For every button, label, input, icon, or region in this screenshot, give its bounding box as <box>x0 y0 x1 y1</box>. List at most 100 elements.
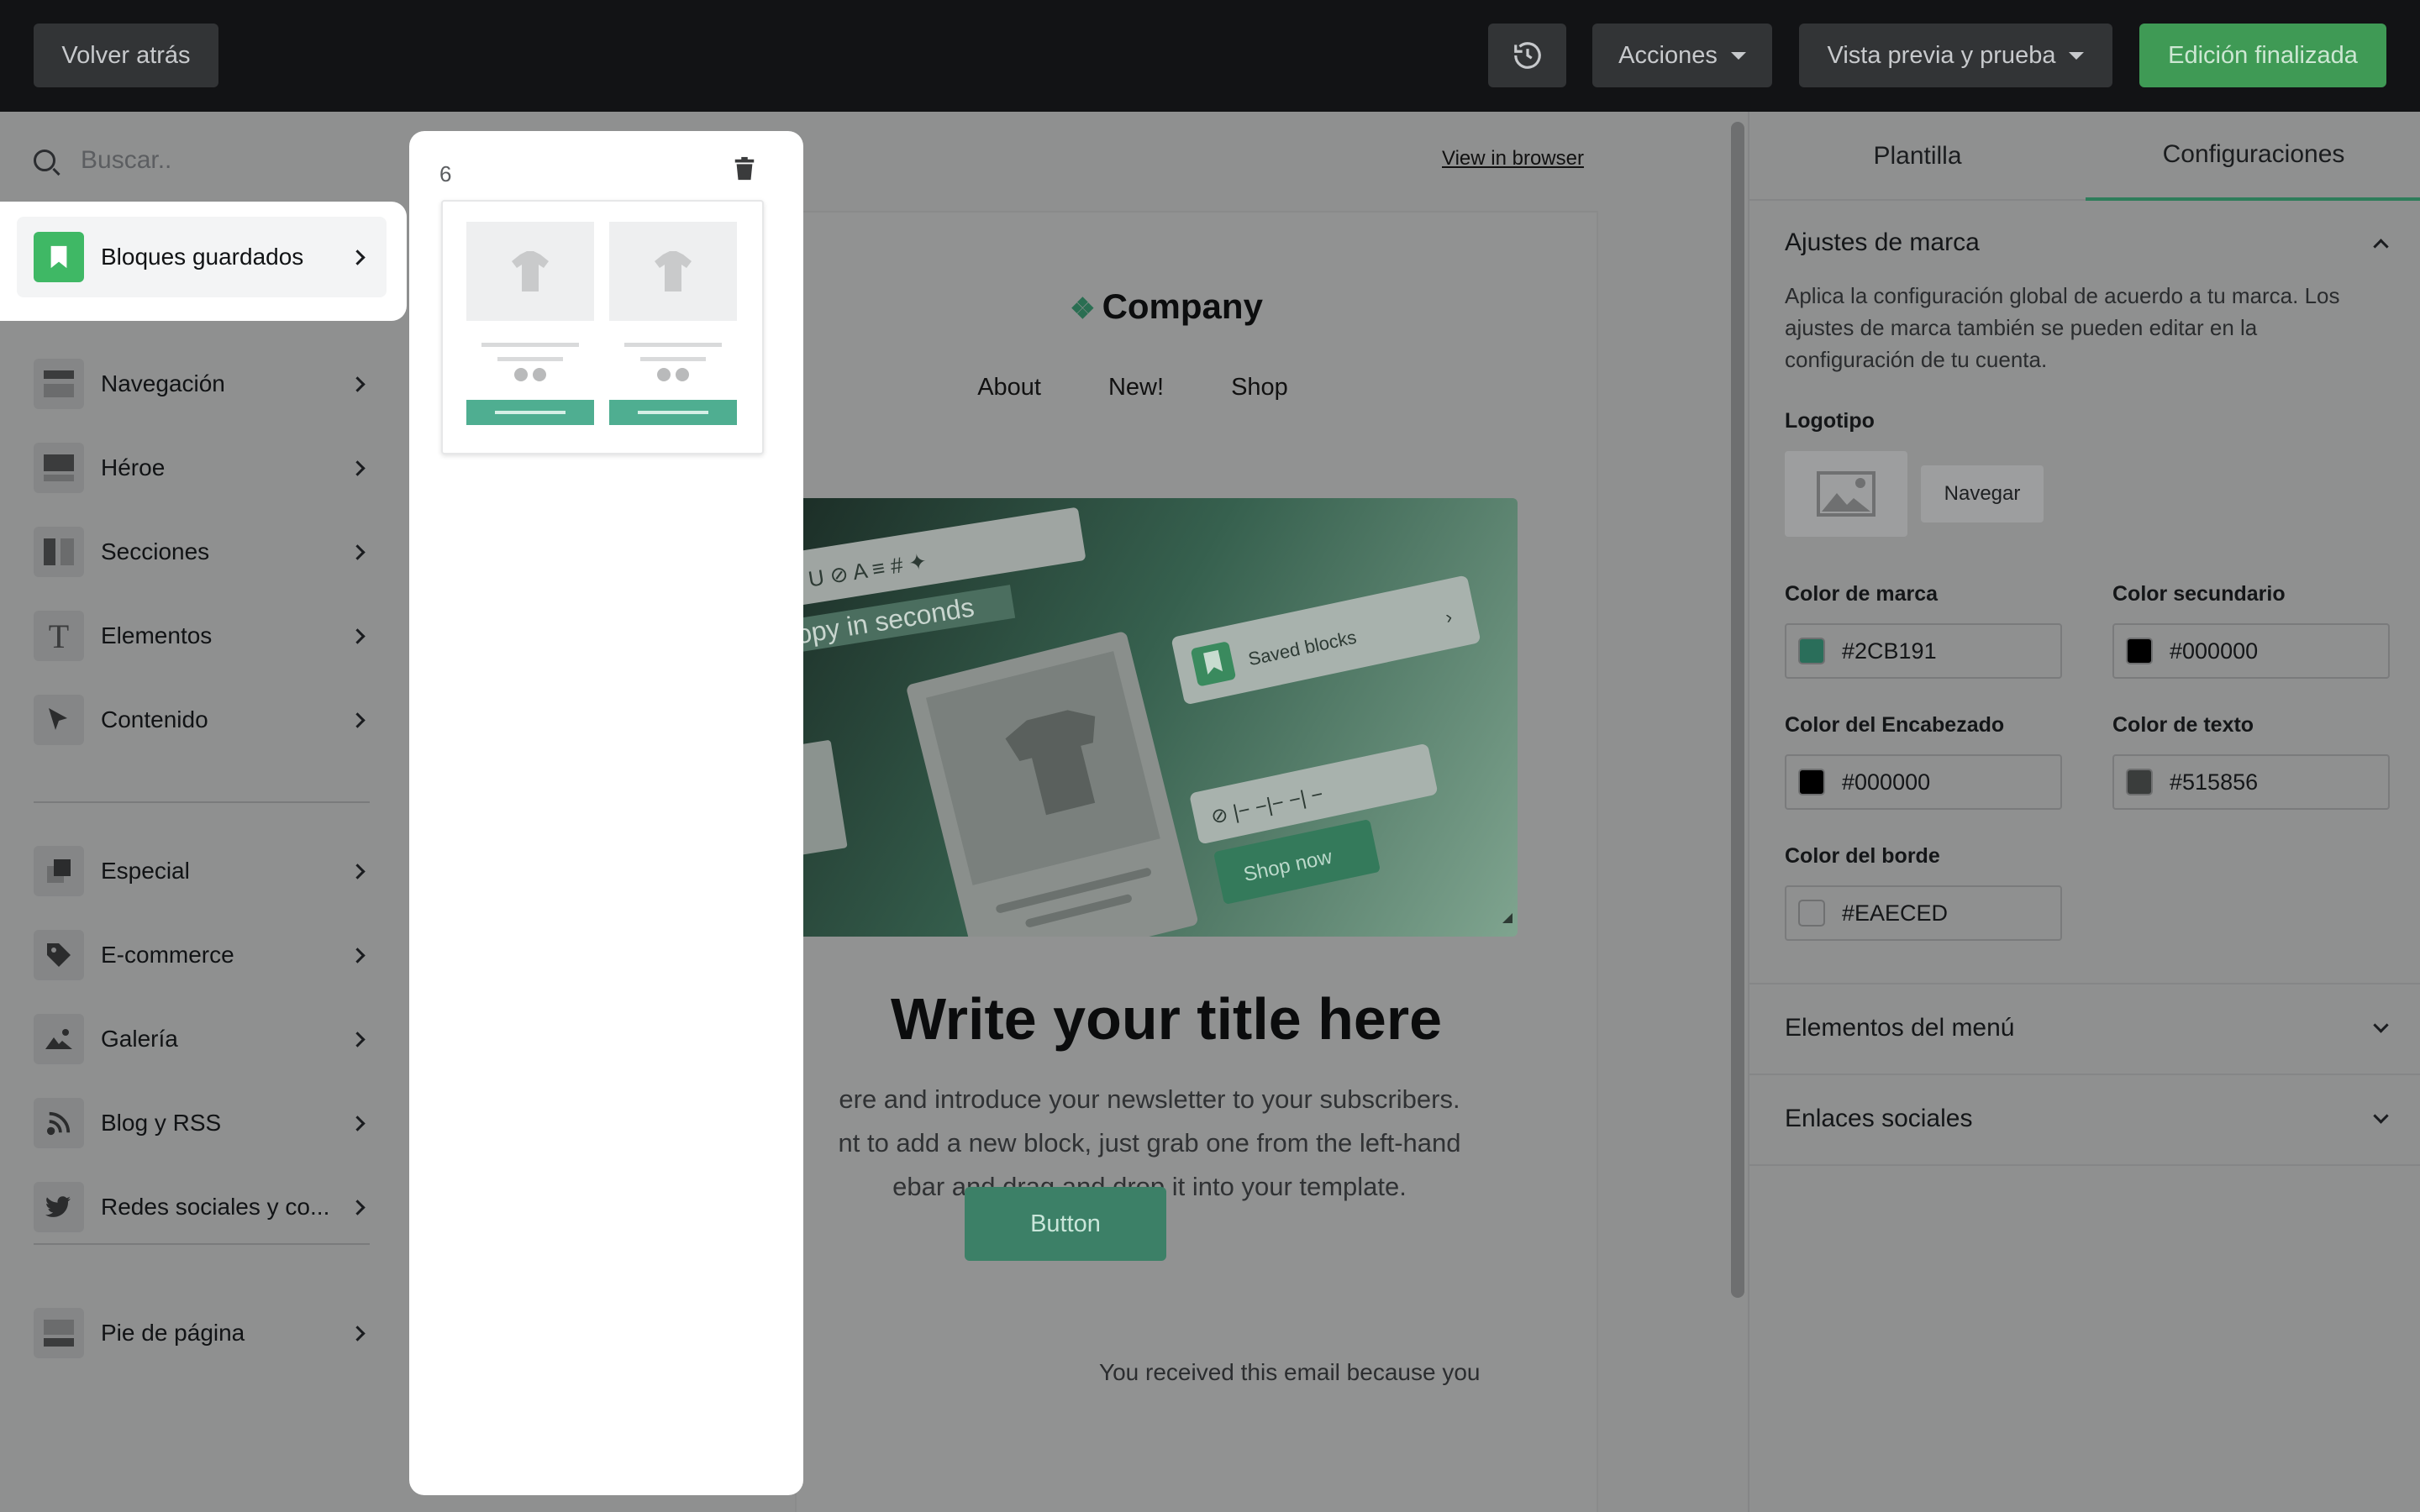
nav-link-about[interactable]: About <box>977 374 1041 402</box>
sidebar-item-label: Redes sociales y co... <box>101 1194 330 1220</box>
sidebar-item-hero[interactable]: Héroe <box>34 442 370 494</box>
secondary-color-label: Color secundario <box>2112 582 2286 606</box>
saved-block-thumbnail[interactable] <box>441 200 764 454</box>
finish-editing-label: Edición finalizada <box>2168 41 2358 69</box>
sidebar-item-gallery[interactable]: Galería <box>34 1013 370 1065</box>
color-swatch[interactable] <box>1798 769 1825 795</box>
menu-items-header[interactable]: Elementos del menú <box>1785 1003 2389 1053</box>
back-button-label: Volver atrás <box>61 41 191 69</box>
email-cta-button[interactable]: Button <box>965 1187 1166 1261</box>
sidebar-item-ecommerce[interactable]: E-commerce <box>34 929 370 981</box>
logo-placeholder[interactable] <box>1785 451 1907 537</box>
sidebar-item-social[interactable]: Redes sociales y co... <box>34 1181 370 1233</box>
sidebar-item-label: Secciones <box>101 538 210 564</box>
trash-icon[interactable] <box>732 156 757 181</box>
color-swatch[interactable] <box>2126 769 2153 795</box>
sidebar-item-saved-blocks[interactable]: Bloques guardados <box>17 217 387 297</box>
sidebar-divider <box>34 1243 370 1245</box>
image-icon <box>1817 471 1876 517</box>
chevron-right-icon <box>350 863 366 879</box>
email-cta-label: Button <box>1030 1210 1101 1237</box>
caret-down-icon <box>2069 51 2085 60</box>
chevron-right-icon <box>350 947 366 963</box>
sidebar-item-footer[interactable]: Pie de página <box>34 1307 370 1359</box>
browse-logo-button[interactable]: Navegar <box>1921 465 2044 522</box>
chevron-up-icon <box>2373 238 2389 255</box>
preview-test-dropdown[interactable]: Vista previa y prueba <box>1799 24 2112 87</box>
twitter-icon <box>34 1182 84 1232</box>
border-color-field[interactable]: #EAECED <box>1785 885 2062 941</box>
email-body-line: nt to add a new block, just grab one fro… <box>838 1128 1461 1158</box>
email-preview: ❖ Company About New! Shop U ⊘ A ≡ # ✦ opy… <box>792 211 1598 1512</box>
nav-link-shop[interactable]: Shop <box>1231 374 1288 402</box>
sidebar-item-label: Galería <box>101 1026 178 1052</box>
sidebar-item-sections[interactable]: Secciones <box>34 526 370 578</box>
heading-color-field[interactable]: #000000 <box>1785 754 2062 810</box>
nav-link-new[interactable]: New! <box>1108 374 1164 402</box>
sidebar-item-blog-rss[interactable]: Blog y RSS <box>34 1097 370 1149</box>
special-icon <box>34 846 84 896</box>
history-icon <box>1513 42 1541 69</box>
thumb-button <box>609 400 737 425</box>
tshirt-icon <box>609 222 737 321</box>
sidebar-item-content[interactable]: Contenido <box>34 694 370 746</box>
brand-settings-header[interactable]: Ajustes de marca <box>1785 218 2389 268</box>
email-nav: About New! Shop <box>897 374 1368 402</box>
chevron-right-icon <box>350 1031 366 1047</box>
tab-label: Plantilla <box>1873 142 1962 170</box>
heading-color-label: Color del Encabezado <box>1785 713 2005 737</box>
tag-icon <box>34 930 84 980</box>
sidebar-item-navigation[interactable]: Navegación <box>34 358 370 410</box>
history-button[interactable] <box>1488 24 1566 87</box>
search-field[interactable]: Buscar.. <box>34 135 370 186</box>
text-color-field[interactable]: #515856 <box>2112 754 2390 810</box>
section-divider <box>1749 1164 2420 1166</box>
finish-editing-button[interactable]: Edición finalizada <box>2139 24 2386 87</box>
actions-dropdown[interactable]: Acciones <box>1592 24 1772 87</box>
hero-image[interactable]: U ⊘ A ≡ # ✦ opy in seconds Saved blocks … <box>797 498 1518 937</box>
brand-description: Aplica la configuración global de acuerd… <box>1785 283 2340 372</box>
tab-template[interactable]: Plantilla <box>1749 112 2086 201</box>
back-button[interactable]: Volver atrás <box>34 24 218 87</box>
view-in-browser-link[interactable]: View in browser <box>1442 147 1584 171</box>
secondary-color-field[interactable]: #000000 <box>2112 623 2390 679</box>
email-footer-text[interactable]: You received this email because you <box>1099 1359 1480 1386</box>
navigation-icon <box>34 359 84 409</box>
sidebar-item-label: Elementos <box>101 622 213 648</box>
thumb-line <box>624 343 722 347</box>
section-divider <box>1749 1074 2420 1075</box>
email-title[interactable]: Write your title here <box>797 985 1536 1053</box>
sidebar-item-elements[interactable]: T Elementos <box>34 610 370 662</box>
actions-label: Acciones <box>1618 41 1718 69</box>
sidebar-item-special[interactable]: Especial <box>34 845 370 897</box>
sidebar-item-label: Blog y RSS <box>101 1110 222 1136</box>
sidebar-item-label: Héroe <box>101 454 166 480</box>
color-swatch[interactable] <box>1798 900 1825 927</box>
company-logo[interactable]: ❖ Company <box>797 286 1536 327</box>
preview-label: Vista previa y prueba <box>1827 41 2056 69</box>
saved-blocks-count: 6 <box>439 161 452 186</box>
image-icon <box>34 1014 84 1064</box>
tab-settings[interactable]: Configuraciones <box>2086 112 2420 201</box>
saved-blocks-panel: 6 <box>409 131 803 1495</box>
top-bar: Volver atrás Acciones Vista previa y pru… <box>0 0 2420 112</box>
chevron-down-icon <box>2373 1016 2389 1033</box>
color-swatch[interactable] <box>2126 638 2153 664</box>
saved-blocks-highlight: Bloques guardados <box>0 202 407 321</box>
chevron-right-icon <box>350 1199 366 1215</box>
sidebar-divider <box>34 801 370 803</box>
color-swatch[interactable] <box>1798 638 1825 664</box>
brand-color-field[interactable]: #2CB191 <box>1785 623 2062 679</box>
cursor-icon <box>34 695 84 745</box>
text-icon: T <box>34 611 84 661</box>
search-icon <box>34 150 55 171</box>
company-name: Company <box>1102 286 1263 326</box>
settings-tabs: Plantilla Configuraciones <box>1749 112 2420 201</box>
social-links-header[interactable]: Enlaces sociales <box>1785 1094 2389 1144</box>
settings-panel: Plantilla Configuraciones Ajustes de mar… <box>1748 112 2420 1512</box>
thumb-product <box>609 222 737 425</box>
chevron-right-icon <box>350 711 366 728</box>
canvas-scrollbar-thumb[interactable] <box>1731 122 1744 1298</box>
diamond-icon: ❖ <box>1070 293 1096 325</box>
color-value: #515856 <box>2170 769 2259 795</box>
